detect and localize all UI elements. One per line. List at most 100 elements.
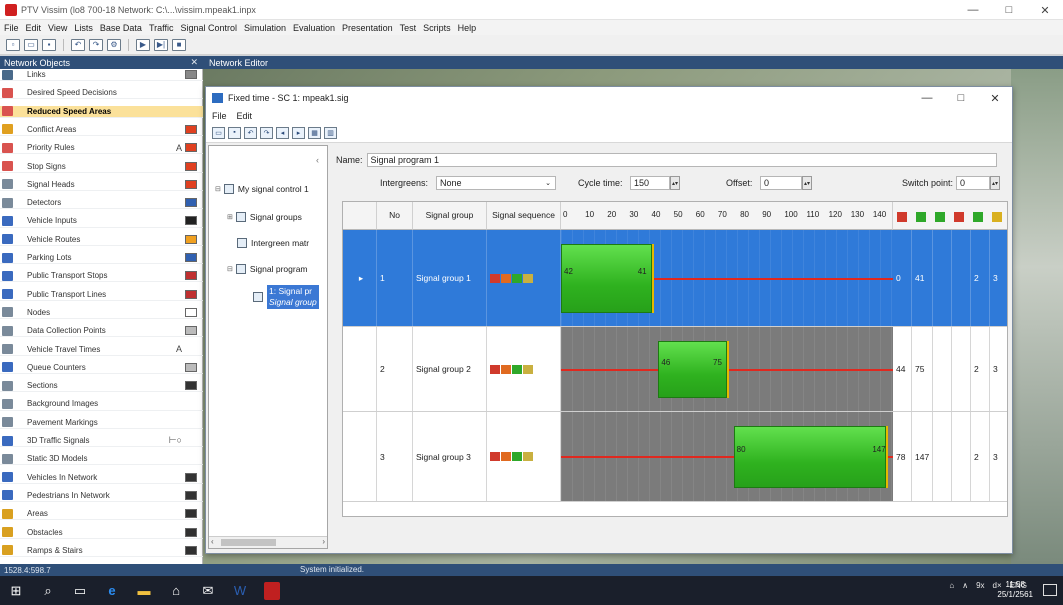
network-object-vehicle-inputs[interactable]: Vehicle Inputs bbox=[0, 215, 203, 228]
dialog-close-button[interactable]: ✕ bbox=[978, 87, 1012, 109]
display-style-swatch[interactable] bbox=[185, 289, 197, 299]
row-header[interactable]: ▸ bbox=[343, 230, 377, 326]
network-object-vehicles-in-network[interactable]: Vehicles In Network bbox=[0, 472, 203, 484]
network-object-data-collection-points[interactable]: Data Collection Points bbox=[0, 325, 203, 338]
red-amber-duration-value[interactable]: 3 bbox=[990, 412, 1007, 501]
signal-sequence-cell[interactable] bbox=[487, 412, 561, 501]
open-file-icon[interactable]: ▭ bbox=[24, 38, 38, 51]
menu-item-help[interactable]: Help bbox=[458, 23, 477, 33]
network-object-desired-speed-decisions[interactable]: Desired Speed Decisions bbox=[0, 87, 203, 100]
network-object-stop-signs[interactable]: Stop Signs bbox=[0, 161, 203, 173]
menu-item-evaluation[interactable]: Evaluation bbox=[293, 23, 335, 33]
network-object-public-transport-stops[interactable]: Public Transport Stops bbox=[0, 270, 203, 283]
state-column-icon[interactable] bbox=[954, 212, 964, 222]
step-icon[interactable]: ▶| bbox=[154, 38, 168, 51]
state-column-icon[interactable] bbox=[973, 212, 983, 222]
signal-sequence-cell[interactable] bbox=[487, 327, 561, 411]
state-cell[interactable] bbox=[952, 412, 971, 501]
red-end-value[interactable]: 0 bbox=[893, 230, 912, 326]
green-end-value[interactable]: 41 bbox=[912, 230, 933, 326]
save-icon[interactable]: ▪ bbox=[228, 126, 241, 139]
network-object-static-3d-models[interactable]: Static 3D Models bbox=[0, 453, 203, 466]
back-icon[interactable]: ◂ bbox=[276, 126, 289, 139]
undo-icon[interactable]: ↶ bbox=[71, 38, 85, 51]
network-object-background-images[interactable]: Background Images bbox=[0, 398, 203, 411]
redo-icon[interactable]: ↷ bbox=[260, 126, 273, 139]
tree-item-signal-control[interactable]: ⊟ My signal control 1 bbox=[215, 182, 309, 196]
state-cell[interactable] bbox=[933, 230, 952, 326]
close-panel-icon[interactable]: ✕ bbox=[190, 57, 198, 68]
tree-item-selected-program[interactable]: 1: Signal pr Signal group bbox=[253, 284, 319, 310]
column-header-no[interactable]: No bbox=[377, 202, 413, 230]
display-style-swatch[interactable] bbox=[185, 345, 197, 354]
maximize-button[interactable]: □ bbox=[991, 0, 1027, 20]
display-style-swatch[interactable] bbox=[185, 107, 197, 116]
vissim-taskbar-icon[interactable] bbox=[264, 581, 280, 600]
dialog-maximize-button[interactable]: □ bbox=[944, 87, 978, 109]
open-icon[interactable]: ▭ bbox=[212, 126, 225, 139]
label-toggle-icon[interactable]: A bbox=[176, 143, 182, 153]
menu-item-file[interactable]: File bbox=[4, 23, 19, 33]
signal-group-row[interactable]: 3 Signal group 3 80 147 78 147 2 3 bbox=[343, 412, 1007, 502]
column-header-signal-sequence[interactable]: Signal sequence bbox=[487, 202, 561, 230]
red-end-value[interactable]: 78 bbox=[893, 412, 912, 501]
tree-item-signal-groups[interactable]: ⊞ Signal groups bbox=[227, 210, 302, 224]
red-amber-duration-value[interactable]: 3 bbox=[990, 327, 1007, 411]
display-style-swatch[interactable] bbox=[185, 472, 197, 482]
chart-view-icon[interactable]: ▥ bbox=[324, 126, 337, 139]
display-style-swatch[interactable] bbox=[185, 326, 197, 336]
dialog-menu-file[interactable]: File bbox=[212, 111, 227, 121]
state-cell[interactable] bbox=[933, 412, 952, 501]
collapse-icon[interactable]: ⊟ bbox=[215, 185, 221, 193]
signal-timeline[interactable]: 42 41 bbox=[561, 230, 893, 326]
tree-item-intergreen[interactable]: Intergreen matr bbox=[237, 236, 309, 250]
signal-group-row[interactable]: 2 Signal group 2 46 75 44 75 2 3 bbox=[343, 327, 1007, 412]
menu-item-edit[interactable]: Edit bbox=[26, 23, 42, 33]
state-column-icon[interactable] bbox=[916, 212, 926, 222]
label-toggle-icon[interactable]: ⊢○ bbox=[169, 435, 182, 446]
network-object-signal-heads[interactable]: Signal Heads bbox=[0, 179, 203, 191]
display-style-swatch[interactable] bbox=[185, 124, 197, 134]
network-object-pedestrians-in-network[interactable]: Pedestrians In Network bbox=[0, 490, 203, 503]
display-style-swatch[interactable] bbox=[185, 198, 197, 208]
display-style-swatch[interactable] bbox=[185, 271, 197, 281]
network-object-sections[interactable]: Sections bbox=[0, 380, 203, 393]
signal-sequence-cell[interactable] bbox=[487, 230, 561, 326]
menu-item-scripts[interactable]: Scripts bbox=[423, 23, 451, 33]
network-object-areas[interactable]: Areas bbox=[0, 508, 203, 521]
green-end-value[interactable]: 75 bbox=[912, 327, 933, 411]
system-clock[interactable]: 11:58 25/1/2561 bbox=[997, 580, 1033, 600]
display-style-swatch[interactable] bbox=[185, 490, 197, 500]
label-toggle-icon[interactable]: A bbox=[176, 344, 182, 354]
notification-icon[interactable] bbox=[1043, 584, 1057, 596]
network-object-ramps-stairs[interactable]: Ramps & Stairs bbox=[0, 545, 203, 557]
menu-item-view[interactable]: View bbox=[48, 23, 67, 33]
state-column-icon[interactable] bbox=[897, 212, 907, 222]
column-header-signal-group[interactable]: Signal group bbox=[413, 202, 487, 230]
play-icon[interactable]: ▶ bbox=[136, 38, 150, 51]
network-object-detectors[interactable]: Detectors bbox=[0, 197, 203, 210]
word-icon[interactable]: W bbox=[224, 576, 256, 605]
network-object-vehicle-travel-times[interactable]: Vehicle Travel Times A bbox=[0, 344, 203, 356]
row-header[interactable] bbox=[343, 412, 377, 501]
green-phase-bar[interactable] bbox=[658, 341, 727, 398]
settings-icon[interactable]: ⚙ bbox=[107, 38, 121, 51]
network-object-links[interactable]: Links bbox=[0, 69, 203, 82]
state-cell[interactable] bbox=[952, 230, 971, 326]
signal-group-row[interactable]: ▸ 1 Signal group 1 42 41 0 41 2 3 bbox=[343, 230, 1007, 327]
forward-icon[interactable]: ▸ bbox=[292, 126, 305, 139]
display-style-swatch[interactable] bbox=[185, 216, 197, 226]
red-amber-duration-value[interactable]: 3 bbox=[990, 230, 1007, 326]
switch-point-spinner-icon[interactable]: ▴▾ bbox=[990, 176, 1000, 190]
network-object-queue-counters[interactable]: Queue Counters bbox=[0, 362, 203, 374]
scroll-thumb[interactable] bbox=[221, 539, 276, 546]
dialog-menu-edit[interactable]: Edit bbox=[237, 111, 253, 121]
menu-item-traffic[interactable]: Traffic bbox=[149, 23, 174, 33]
menu-item-test[interactable]: Test bbox=[400, 23, 417, 33]
cycle-time-input[interactable]: 150 bbox=[630, 176, 670, 190]
display-style-swatch[interactable] bbox=[185, 381, 197, 391]
new-file-icon[interactable]: ▫ bbox=[6, 38, 20, 51]
cycle-time-spinner-icon[interactable]: ▴▾ bbox=[670, 176, 680, 190]
signal-timeline[interactable]: 46 75 bbox=[561, 327, 893, 411]
network-object-public-transport-lines[interactable]: Public Transport Lines bbox=[0, 289, 203, 301]
